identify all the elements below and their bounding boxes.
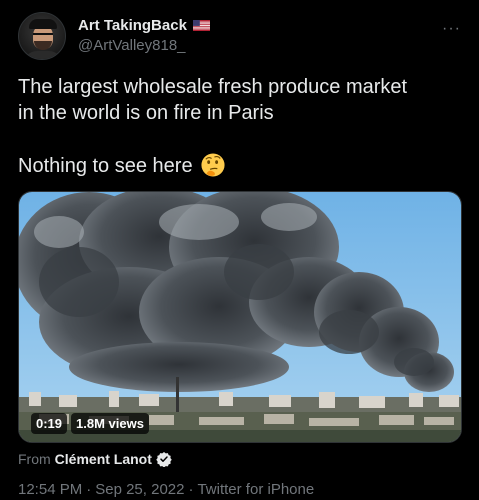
tweet-date[interactable]: Sep 25, 2022	[95, 481, 184, 498]
attribution-source-link[interactable]: Clément Lanot	[55, 451, 152, 467]
author-handle[interactable]: @ArtValley818_	[78, 37, 210, 54]
tweet-header: Art TakingBack @ArtValley818_ ···	[18, 12, 463, 60]
more-options-icon[interactable]: ···	[442, 20, 461, 38]
verified-badge-icon	[156, 452, 172, 467]
tweet-text: The largest wholesale fresh produce mark…	[18, 74, 458, 179]
thinking-face-emoji-icon	[201, 153, 225, 177]
meta-separator: ·	[86, 481, 92, 498]
video-duration: 0:19	[31, 413, 68, 434]
tweet-client[interactable]: Twitter for iPhone	[197, 481, 314, 498]
tweet-text-line-2: in the world is on fire in Paris	[18, 102, 274, 124]
tweet-text-line-1: The largest wholesale fresh produce mark…	[18, 76, 408, 98]
tweet-text-line-3: Nothing to see here	[18, 155, 193, 177]
video-info-overlay: 0:19 1.8M views	[31, 413, 149, 434]
meta-separator: ·	[188, 481, 194, 498]
author-names: Art TakingBack @ArtValley818_	[78, 12, 210, 54]
author-display-name[interactable]: Art TakingBack	[78, 17, 187, 34]
tweet-meta: 12:54 PM · Sep 25, 2022 · Twitter for iPhone	[18, 481, 463, 498]
us-flag-icon	[192, 20, 210, 31]
tweet-card[interactable]: Art TakingBack @ArtValley818_ ··· The la…	[0, 0, 479, 500]
video-media[interactable]: 0:19 1.8M views	[18, 191, 462, 443]
media-attribution: From Clément Lanot	[18, 451, 463, 467]
video-views: 1.8M views	[71, 413, 149, 434]
fire-smoke-image	[19, 192, 461, 442]
avatar[interactable]	[18, 12, 66, 60]
attribution-prefix: From	[18, 451, 51, 467]
tweet-time[interactable]: 12:54 PM	[18, 481, 82, 498]
